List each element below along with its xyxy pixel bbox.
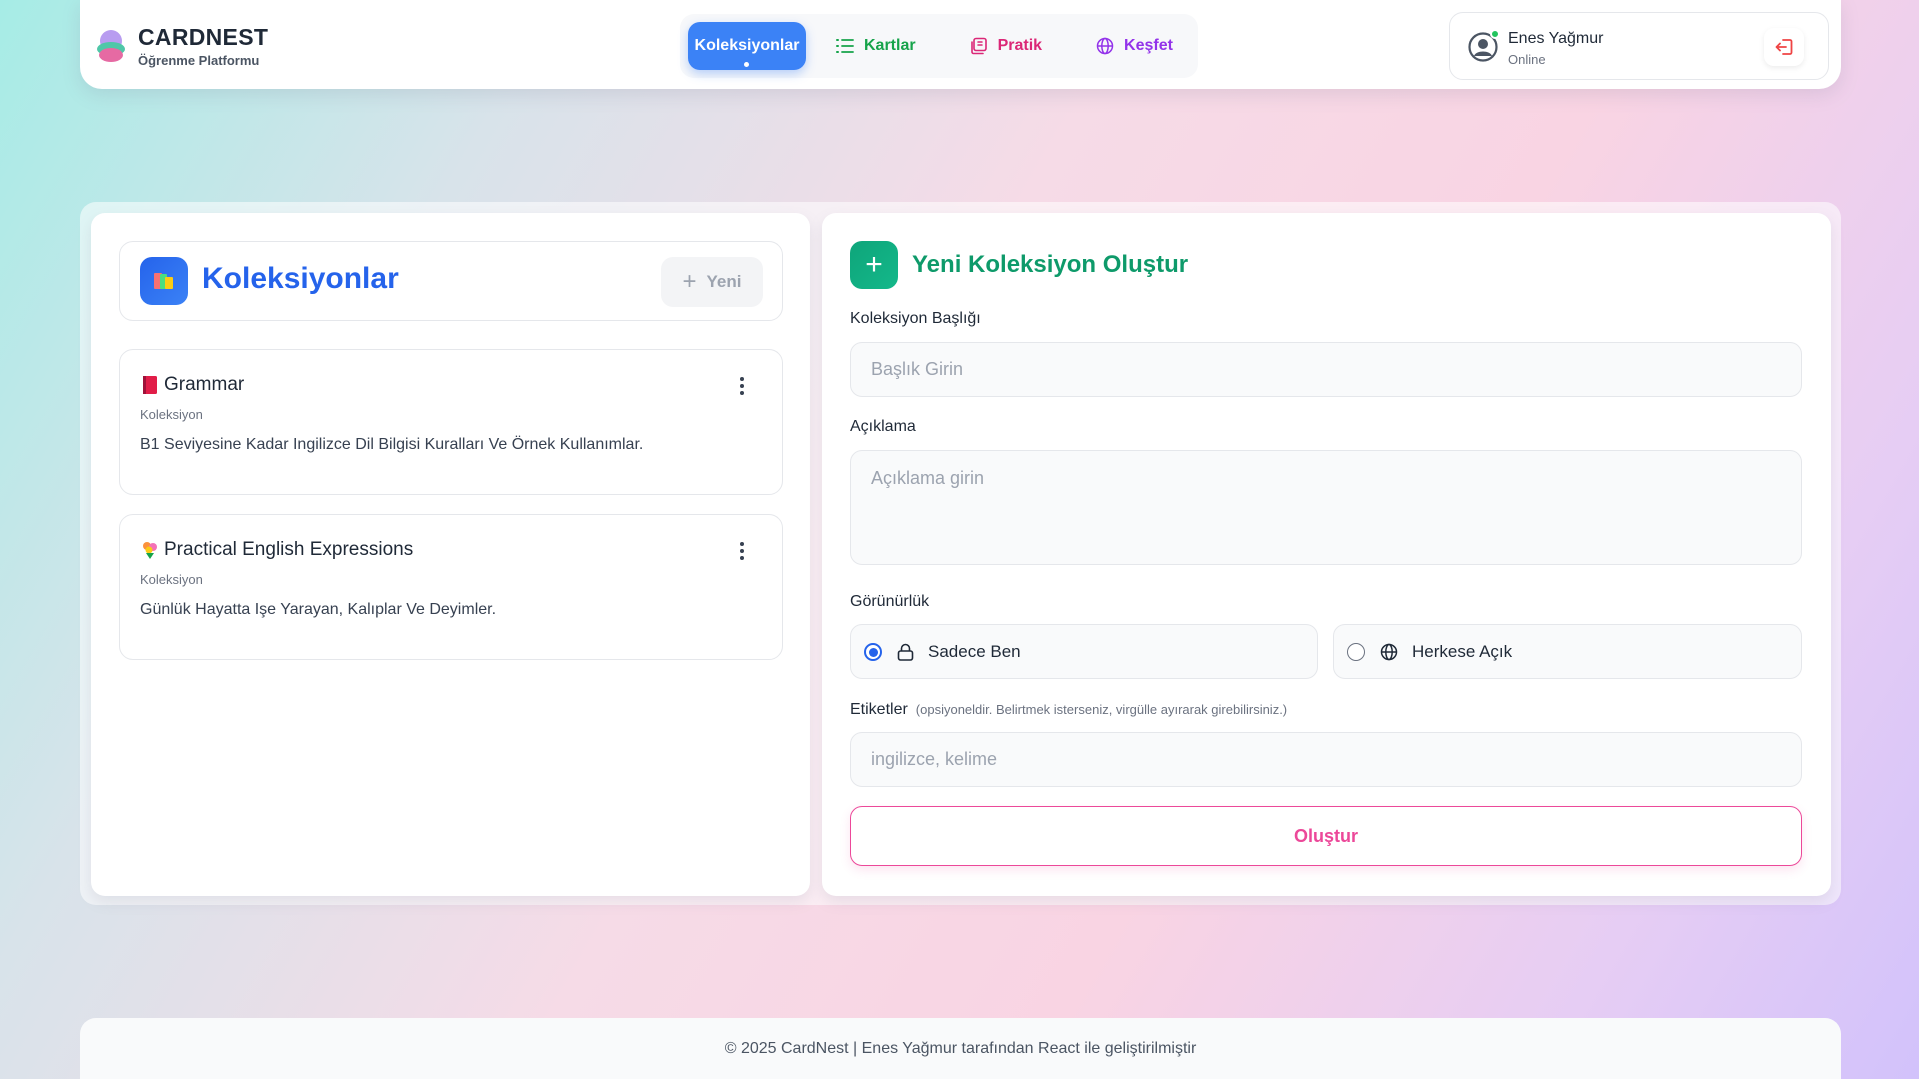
footer: © 2025 CardNest | Enes Yağmur tarafından… bbox=[80, 1018, 1841, 1079]
collection-title-text: Grammar bbox=[164, 374, 245, 395]
create-button[interactable]: Oluştur bbox=[850, 806, 1802, 866]
more-options-icon[interactable] bbox=[732, 539, 752, 563]
collections-title: Koleksiyonlar bbox=[202, 262, 399, 295]
user-status: Online bbox=[1508, 52, 1546, 67]
radio-button[interactable] bbox=[1347, 642, 1365, 661]
active-indicator bbox=[744, 62, 749, 67]
practice-icon bbox=[970, 37, 987, 55]
tags-input-placeholder: ingilizce, kelime bbox=[871, 749, 998, 769]
nav-label: Keşfet bbox=[1124, 37, 1173, 54]
more-options-icon[interactable] bbox=[732, 374, 752, 398]
logout-button[interactable] bbox=[1764, 28, 1804, 66]
lock-icon bbox=[897, 643, 914, 661]
nav-item-kartlar[interactable]: Kartlar bbox=[822, 22, 930, 70]
list-icon bbox=[836, 39, 854, 53]
red-book-icon bbox=[143, 376, 157, 394]
description-input-placeholder: Açıklama girin bbox=[871, 468, 985, 488]
books-icon bbox=[140, 257, 188, 305]
top-navbar: CARDNEST Öğrenme Platformu Koleksiyonlar… bbox=[80, 0, 1841, 89]
description-field-label: Açıklama bbox=[850, 418, 916, 435]
description-input[interactable]: Açıklama girin bbox=[850, 450, 1802, 565]
brand-title: CARDNEST bbox=[138, 24, 269, 50]
collection-title-text: Practical English Expressions bbox=[164, 539, 414, 560]
collections-header: Koleksiyonlar + Yeni bbox=[119, 241, 783, 321]
user-name: Enes Yağmur bbox=[1508, 30, 1604, 47]
collection-kind: Koleksiyon bbox=[140, 572, 203, 587]
logout-icon bbox=[1775, 39, 1793, 55]
nav-item-pratik[interactable]: Pratik bbox=[956, 22, 1056, 70]
tags-hint: (opsiyoneldir. Belirtmek isterseniz, vir… bbox=[915, 702, 1288, 717]
form-title: Yeni Koleksiyon Oluştur bbox=[912, 251, 1189, 278]
plus-icon: + bbox=[850, 241, 898, 289]
visibility-option-private[interactable]: Sadece Ben bbox=[850, 624, 1318, 679]
nav-label: Pratik bbox=[997, 37, 1043, 54]
collection-card[interactable]: Grammar Koleksiyon B1 Seviyesine Kadar I… bbox=[119, 349, 783, 495]
create-collection-panel: + Yeni Koleksiyon Oluştur Koleksiyon Baş… bbox=[822, 213, 1831, 896]
visibility-option-public[interactable]: Herkese Açık bbox=[1333, 624, 1802, 679]
nav-label: Koleksiyonlar bbox=[694, 37, 800, 54]
title-input[interactable]: Başlık Girin bbox=[850, 342, 1802, 397]
title-field-label: Koleksiyon Başlığı bbox=[850, 310, 981, 327]
collection-title: Practical English Expressions bbox=[140, 539, 413, 561]
new-button-label: Yeni bbox=[706, 272, 742, 291]
nav-item-kesfet[interactable]: Keşfet bbox=[1082, 22, 1187, 70]
visibility-option-label: Herkese Açık bbox=[1412, 641, 1513, 661]
collection-description: B1 Seviyesine Kadar Ingilizce Dil Bilgis… bbox=[140, 436, 644, 453]
flower-bouquet-icon bbox=[143, 542, 157, 559]
plus-icon: + bbox=[682, 268, 697, 295]
collection-kind: Koleksiyon bbox=[140, 407, 203, 422]
radio-button[interactable] bbox=[864, 642, 882, 661]
user-menu[interactable]: Enes Yağmur Online bbox=[1449, 12, 1829, 80]
footer-text: © 2025 CardNest | Enes Yağmur tarafından… bbox=[724, 1039, 1197, 1057]
main-nav: Koleksiyonlar Kartlar Pratik Keşfet bbox=[680, 14, 1198, 78]
brand-logo-icon bbox=[96, 28, 126, 66]
visibility-option-label: Sadece Ben bbox=[928, 641, 1021, 661]
title-input-placeholder: Başlık Girin bbox=[871, 359, 964, 379]
brand[interactable]: CARDNEST Öğrenme Platformu bbox=[96, 25, 268, 68]
collection-card[interactable]: Practical English Expressions Koleksiyon… bbox=[119, 514, 783, 660]
create-button-label: Oluştur bbox=[1293, 825, 1358, 846]
collection-title: Grammar bbox=[140, 374, 244, 396]
collections-panel: Koleksiyonlar + Yeni Grammar Koleksiyon … bbox=[91, 213, 810, 896]
new-collection-button[interactable]: + Yeni bbox=[661, 257, 763, 307]
visibility-label: Görünürlük bbox=[850, 593, 930, 610]
brand-subtitle: Öğrenme Platformu bbox=[138, 53, 260, 68]
globe-icon bbox=[1096, 37, 1114, 55]
tags-label-text: Etiketler bbox=[850, 701, 908, 718]
globe-icon bbox=[1380, 643, 1398, 660]
tags-input[interactable]: ingilizce, kelime bbox=[850, 732, 1802, 787]
online-status-dot bbox=[1490, 29, 1500, 39]
collection-description: Günlük Hayatta Işe Yarayan, Kalıplar Ve … bbox=[140, 601, 497, 618]
nav-item-koleksiyonlar[interactable]: Koleksiyonlar bbox=[688, 22, 806, 70]
form-header: + Yeni Koleksiyon Oluştur bbox=[850, 241, 1188, 289]
tags-field-label: Etiketler (opsiyoneldir. Belirtmek isters… bbox=[850, 701, 1287, 719]
nav-label: Kartlar bbox=[864, 37, 916, 54]
